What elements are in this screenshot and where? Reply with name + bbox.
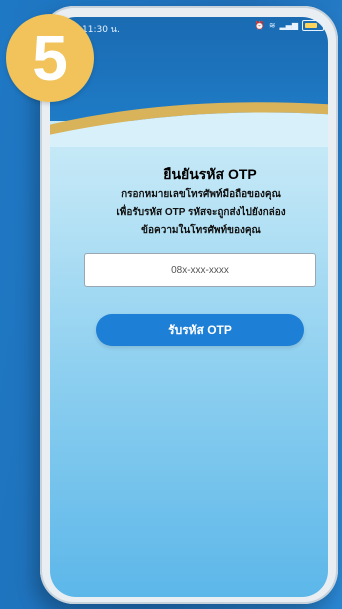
vibrate-icon: ≋ xyxy=(268,21,276,30)
step-number: 5 xyxy=(32,22,68,94)
description-line: เพื่อรับรหัส OTP รหัสจะถูกส่งไปยังกล่อง xyxy=(116,207,286,218)
request-otp-button[interactable]: รับรหัส OTP xyxy=(96,314,304,346)
battery-icon xyxy=(302,20,324,31)
description-line: กรอกหมายเลขโทรศัพท์มือถือของคุณ xyxy=(121,189,281,200)
signal-icon: ▂▄▆ xyxy=(279,21,298,30)
step-number-badge: 5 xyxy=(6,14,94,102)
phone-number-input[interactable] xyxy=(84,253,316,287)
status-time: 11:30 น. xyxy=(82,25,120,35)
otp-description: กรอกหมายเลขโทรศัพท์มือถือของคุณ เพื่อรับ… xyxy=(82,186,320,240)
status-icons: ⏰ ≋ ▂▄▆ xyxy=(255,20,324,31)
otp-title: ยืนยันรหัส OTP xyxy=(163,166,257,182)
alarm-icon: ⏰ xyxy=(254,21,265,30)
gold-wave-decoration xyxy=(50,102,328,147)
phone-screen xyxy=(50,17,328,597)
description-line: ข้อความในโทรศัพท์ของคุณ xyxy=(141,225,261,236)
